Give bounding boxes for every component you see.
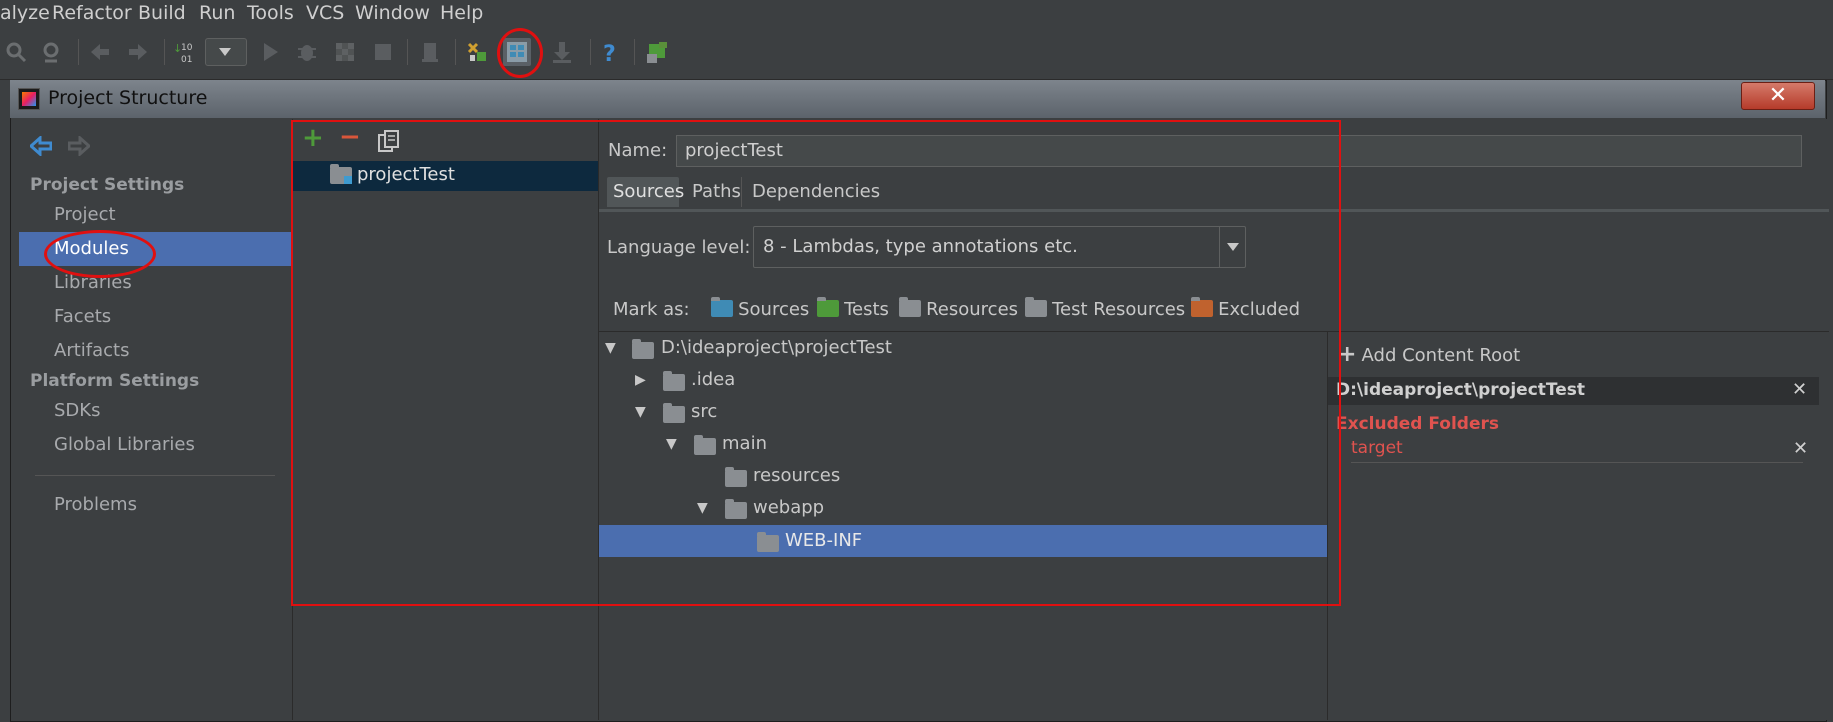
remove-excluded-icon[interactable]: ✕ bbox=[1793, 438, 1808, 459]
menu-build[interactable]: Build bbox=[138, 2, 186, 24]
sidebar-item-sdks[interactable]: SDKs bbox=[54, 400, 100, 421]
build-icon[interactable]: ↓1001 bbox=[173, 40, 197, 64]
content-root-panel: + Add Content Root D:\ideaproject\projec… bbox=[1328, 332, 1829, 720]
stop-icon[interactable] bbox=[371, 40, 395, 64]
sidebar-item-global-libraries[interactable]: Global Libraries bbox=[54, 434, 195, 455]
chevron-down-icon bbox=[219, 48, 231, 56]
menu-vcs[interactable]: VCS bbox=[306, 2, 344, 24]
attach-icon[interactable] bbox=[418, 40, 442, 64]
annotation-circle-toolbar bbox=[497, 28, 543, 78]
back-icon[interactable] bbox=[30, 136, 52, 156]
svg-text:10: 10 bbox=[181, 43, 193, 53]
run-configuration-dropdown[interactable] bbox=[205, 38, 247, 66]
sidebar-item-artifacts[interactable]: Artifacts bbox=[54, 340, 129, 361]
run-icon[interactable] bbox=[258, 40, 282, 64]
menu-refactor[interactable]: Refactor bbox=[52, 2, 132, 24]
excluded-folders-header: Excluded Folders bbox=[1336, 414, 1500, 434]
forward-icon[interactable] bbox=[126, 40, 150, 64]
settings-icon[interactable] bbox=[465, 40, 489, 64]
excluded-folder-item: target bbox=[1351, 438, 1403, 458]
annotation-rectangle bbox=[291, 120, 1341, 606]
sidebar-item-problems[interactable]: Problems bbox=[54, 494, 137, 515]
sidebar-item-facets[interactable]: Facets bbox=[54, 306, 111, 327]
menu-help[interactable]: Help bbox=[440, 2, 483, 24]
forward-icon[interactable] bbox=[68, 136, 90, 156]
intellij-logo-icon bbox=[18, 88, 40, 110]
add-content-root-button[interactable]: + Add Content Root bbox=[1338, 342, 1520, 367]
menu-analyze[interactable]: alyze bbox=[0, 2, 50, 24]
content-root-header: D:\ideaproject\projectTest ✕ bbox=[1328, 377, 1819, 405]
vcs-update-icon[interactable] bbox=[550, 40, 574, 64]
debug-icon[interactable] bbox=[295, 40, 319, 64]
add-content-root-label: Add Content Root bbox=[1361, 345, 1521, 366]
settings-sidebar: Project Settings Project Modules Librari… bbox=[19, 119, 291, 720]
menu-window[interactable]: Window bbox=[355, 2, 430, 24]
menu-run[interactable]: Run bbox=[199, 2, 235, 24]
svg-text:?: ? bbox=[603, 42, 616, 64]
help-icon[interactable]: ? bbox=[598, 40, 622, 64]
close-button[interactable]: ✕ bbox=[1741, 82, 1815, 110]
dialog-title-bar[interactable]: Project Structure bbox=[10, 80, 1825, 118]
project-settings-header: Project Settings bbox=[30, 175, 185, 195]
toolbar: ↓ 10 01 ? bbox=[0, 27, 1833, 80]
find-icon[interactable] bbox=[4, 40, 28, 64]
find-usages-icon[interactable] bbox=[39, 40, 63, 64]
menu-tools[interactable]: Tools bbox=[247, 2, 294, 24]
sidebar-item-project[interactable]: Project bbox=[54, 204, 116, 225]
dialog-title: Project Structure bbox=[48, 87, 208, 109]
sidebar-divider bbox=[35, 475, 275, 476]
svg-text:01: 01 bbox=[181, 55, 192, 64]
coverage-icon[interactable] bbox=[333, 40, 357, 64]
content-root-path: D:\ideaproject\projectTest bbox=[1336, 380, 1586, 400]
platform-settings-header: Platform Settings bbox=[30, 371, 200, 391]
menu-bar: alyze Refactor Build Run Tools VCS Windo… bbox=[0, 0, 1833, 27]
divider bbox=[1351, 462, 1803, 463]
back-icon[interactable] bbox=[88, 40, 112, 64]
annotation-circle-modules bbox=[44, 230, 156, 278]
remove-content-root-icon[interactable]: ✕ bbox=[1792, 379, 1807, 400]
sdk-manager-icon[interactable] bbox=[645, 40, 669, 64]
